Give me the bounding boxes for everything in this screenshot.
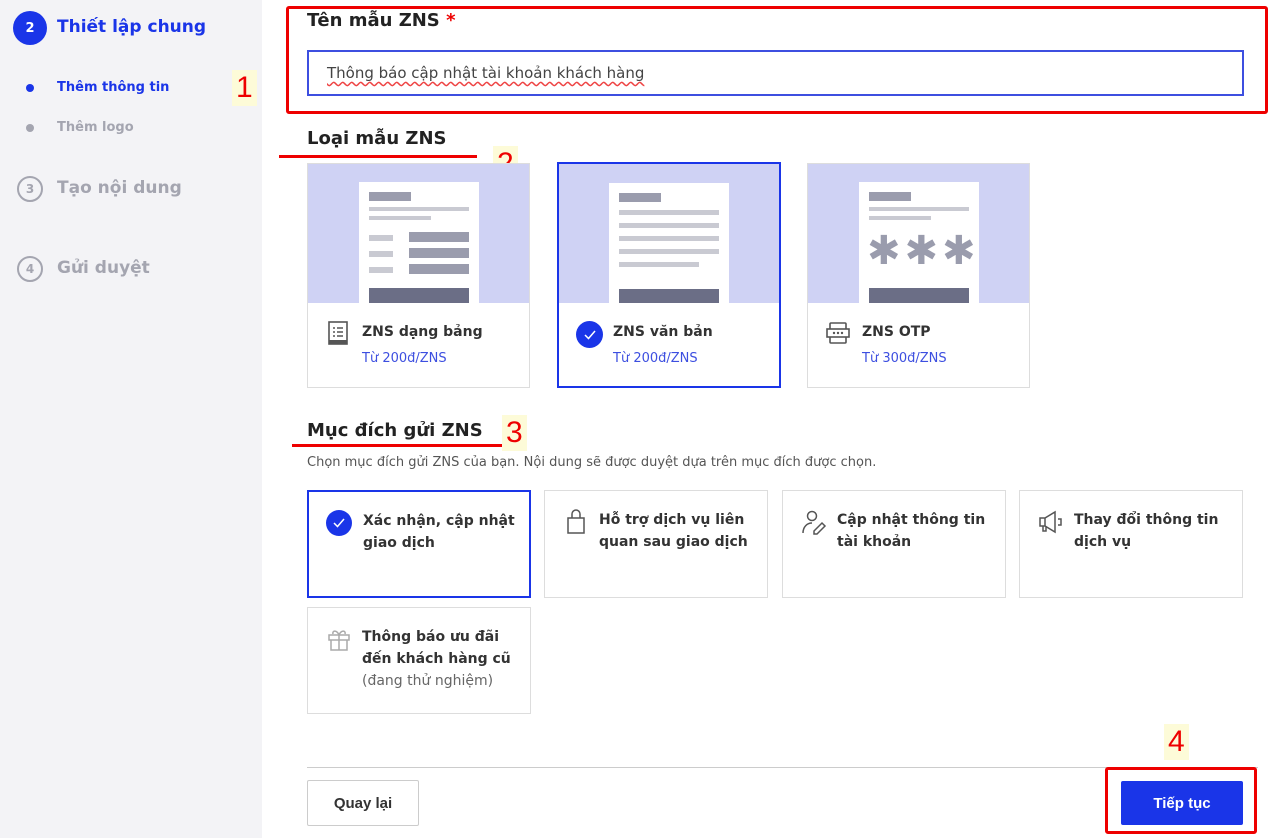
step-label[interactable]: Thiết lập chung	[57, 17, 206, 37]
purpose-card[interactable]: Cập nhật thông tin tài khoản	[782, 490, 1006, 598]
back-button[interactable]: Quay lại	[307, 780, 419, 826]
purpose-description: Chọn mục đích gửi ZNS của bạn. Nội dung …	[307, 455, 877, 470]
purpose-label: Hỗ trợ dịch vụ liên quan sau giao dịch	[599, 512, 748, 550]
name-label: Tên mẫu ZNS *	[307, 10, 455, 31]
annotation-underline	[292, 444, 502, 447]
gift-icon	[328, 630, 350, 651]
template-name-input[interactable]: Thông báo cập nhật tài khoản khách hàng	[307, 50, 1244, 96]
annotation-underline	[279, 155, 477, 158]
type-name: ZNS dạng bảng	[362, 324, 483, 340]
substep-info[interactable]: Thêm thông tin	[57, 80, 169, 95]
type-price: Từ 200đ/ZNS	[613, 351, 698, 366]
next-button[interactable]: Tiếp tục	[1121, 781, 1243, 825]
purpose-card[interactable]: Thay đổi thông tin dịch vụ	[1019, 490, 1243, 598]
otp-mask-icon: ✱✱✱	[867, 228, 980, 274]
type-price: Từ 200đ/ZNS	[362, 351, 447, 366]
purpose-label: Thông báo ưu đãi đến khách hàng cũ (đang …	[362, 626, 527, 692]
purpose-card[interactable]: Thông báo ưu đãi đến khách hàng cũ (đang …	[307, 607, 531, 714]
type-price: Từ 300đ/ZNS	[862, 351, 947, 366]
step-number: 2	[13, 11, 47, 45]
table-doc-icon	[328, 321, 348, 345]
otp-icon	[826, 322, 850, 344]
shopping-bag-icon	[567, 509, 585, 534]
sidebar: 2 Thiết lập chung Thêm thông tin Thêm lo…	[0, 0, 262, 838]
purpose-card[interactable]: Xác nhận, cập nhật giao dịch	[307, 490, 531, 598]
type-card-otp[interactable]: ✱✱✱ ZNS OTP Từ 300đ/ZNS	[807, 163, 1030, 388]
substep-logo[interactable]: Thêm logo	[57, 120, 134, 135]
required-mark: *	[446, 10, 456, 31]
annotation-number: 4	[1164, 724, 1189, 760]
purpose-label: Xác nhận, cập nhật giao dịch	[363, 513, 515, 551]
purpose-label-text: Thông báo ưu đãi đến khách hàng cũ	[362, 629, 511, 667]
purpose-note: (đang thử nghiệm)	[362, 673, 494, 689]
annotation-number: 3	[502, 415, 527, 451]
step-label[interactable]: Tạo nội dung	[57, 178, 182, 198]
type-title: Loại mẫu ZNS	[307, 128, 447, 149]
name-label-text: Tên mẫu ZNS	[307, 10, 440, 31]
step-number: 3	[17, 176, 43, 202]
bullet-icon	[26, 84, 34, 92]
type-name: ZNS OTP	[862, 324, 931, 340]
megaphone-icon	[1039, 510, 1062, 534]
bullet-icon	[26, 124, 34, 132]
purpose-label: Thay đổi thông tin dịch vụ	[1074, 512, 1219, 550]
type-name: ZNS văn bản	[613, 324, 713, 340]
step-number: 4	[17, 256, 43, 282]
user-edit-icon	[802, 510, 827, 535]
check-icon	[576, 321, 603, 348]
annotation-number: 1	[232, 70, 257, 106]
purpose-title: Mục đích gửi ZNS	[307, 420, 483, 441]
purpose-card[interactable]: Hỗ trợ dịch vụ liên quan sau giao dịch	[544, 490, 768, 598]
step-label[interactable]: Gửi duyệt	[57, 258, 150, 278]
type-card-text[interactable]: ZNS văn bản Từ 200đ/ZNS	[557, 162, 781, 388]
input-value: Thông báo cập nhật tài khoản khách hàng	[327, 64, 645, 82]
check-icon	[326, 510, 352, 536]
type-card-table[interactable]: ZNS dạng bảng Từ 200đ/ZNS	[307, 163, 530, 388]
purpose-label: Cập nhật thông tin tài khoản	[837, 512, 986, 550]
